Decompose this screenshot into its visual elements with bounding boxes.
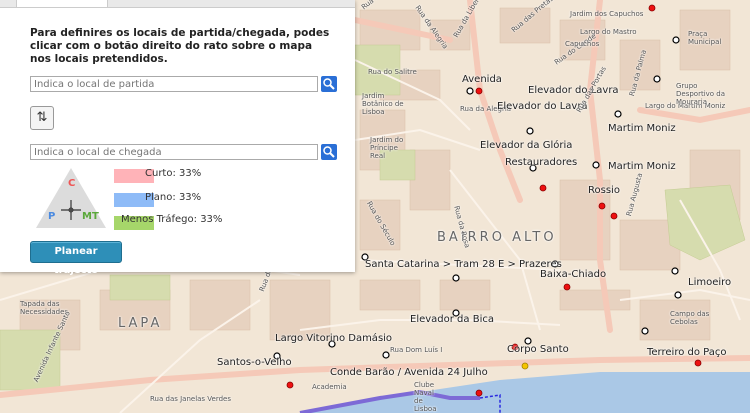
map-label: Campo das Cebolas	[670, 310, 710, 326]
legend-short: Curto: 33%	[145, 168, 202, 179]
swap-locations-button[interactable]: ⇅	[30, 106, 54, 130]
map-label: Martim Moniz	[608, 123, 676, 134]
search-icon	[323, 78, 335, 90]
destination-input[interactable]	[30, 144, 318, 160]
map-label: Rossio	[588, 185, 620, 196]
map-label: Santos-o-Velho	[217, 357, 292, 368]
map-label: Terreiro do Paço	[647, 347, 727, 358]
map-label: Baixa-Chiado	[540, 269, 607, 280]
map-label: Praça Municipal	[688, 30, 722, 46]
triangle-label-traffic: MT	[82, 211, 99, 222]
map-label: Limoeiro	[688, 277, 732, 288]
map-label: Clube Naval de Lisboa	[414, 381, 437, 413]
origin-input[interactable]	[30, 76, 318, 92]
district-label: BAIRRO ALTO	[437, 230, 557, 245]
map-label: Corpo Santo	[507, 344, 569, 355]
map-label: Rua Dom Luís I	[390, 346, 443, 354]
map-label: Jardim dos Capuchos	[570, 10, 644, 18]
map-label: Santa Catarina > Tram 28 E > Prazeres	[365, 259, 562, 270]
map-label: Rua das Janelas Verdes	[150, 395, 232, 403]
swap-icon: ⇅	[36, 110, 48, 125]
triangle-label-short: C	[68, 178, 76, 189]
legend-traffic: Menos Tráfego: 33%	[121, 214, 223, 225]
map-label: Elevador do Lavra	[528, 85, 619, 96]
map-label: Elevador da Glória	[480, 140, 573, 151]
map-label: Jardim Botânico de Lisboa	[362, 92, 404, 116]
map-label: Capuchos	[565, 40, 600, 48]
instructions-text: Para definires os locais de partida/cheg…	[30, 27, 330, 65]
map-label: Academia	[312, 383, 347, 391]
map-label: Restauradores	[505, 157, 578, 168]
map-label: Elevador da Bica	[410, 314, 494, 325]
map-label: Elevador do Lavra	[497, 101, 588, 112]
map-label: Largo Vitorino Damásio	[275, 333, 393, 344]
map-label: Martim Moniz	[608, 161, 676, 172]
map-label: Avenida	[462, 74, 502, 85]
route-planner-panel: Para definires os locais de partida/cheg…	[0, 0, 355, 276]
legend-flat: Plano: 33%	[145, 192, 202, 203]
triangle-label-flat: P	[48, 211, 56, 222]
search-icon	[323, 146, 335, 158]
active-tab[interactable]	[16, 0, 108, 8]
destination-search-button[interactable]	[321, 144, 337, 160]
origin-search-button[interactable]	[321, 76, 337, 92]
map-label: Conde Barão / Avenida 24 Julho	[330, 367, 488, 378]
district-label: LAPA	[118, 316, 163, 331]
map-label: Grupo Desportivo da Mouraria	[676, 82, 726, 106]
plan-route-button[interactable]: Planear trajecto	[30, 241, 122, 276]
map-label: Rua do Salitre	[368, 68, 417, 76]
map-label: Jardim do Príncipe Real	[370, 136, 404, 160]
